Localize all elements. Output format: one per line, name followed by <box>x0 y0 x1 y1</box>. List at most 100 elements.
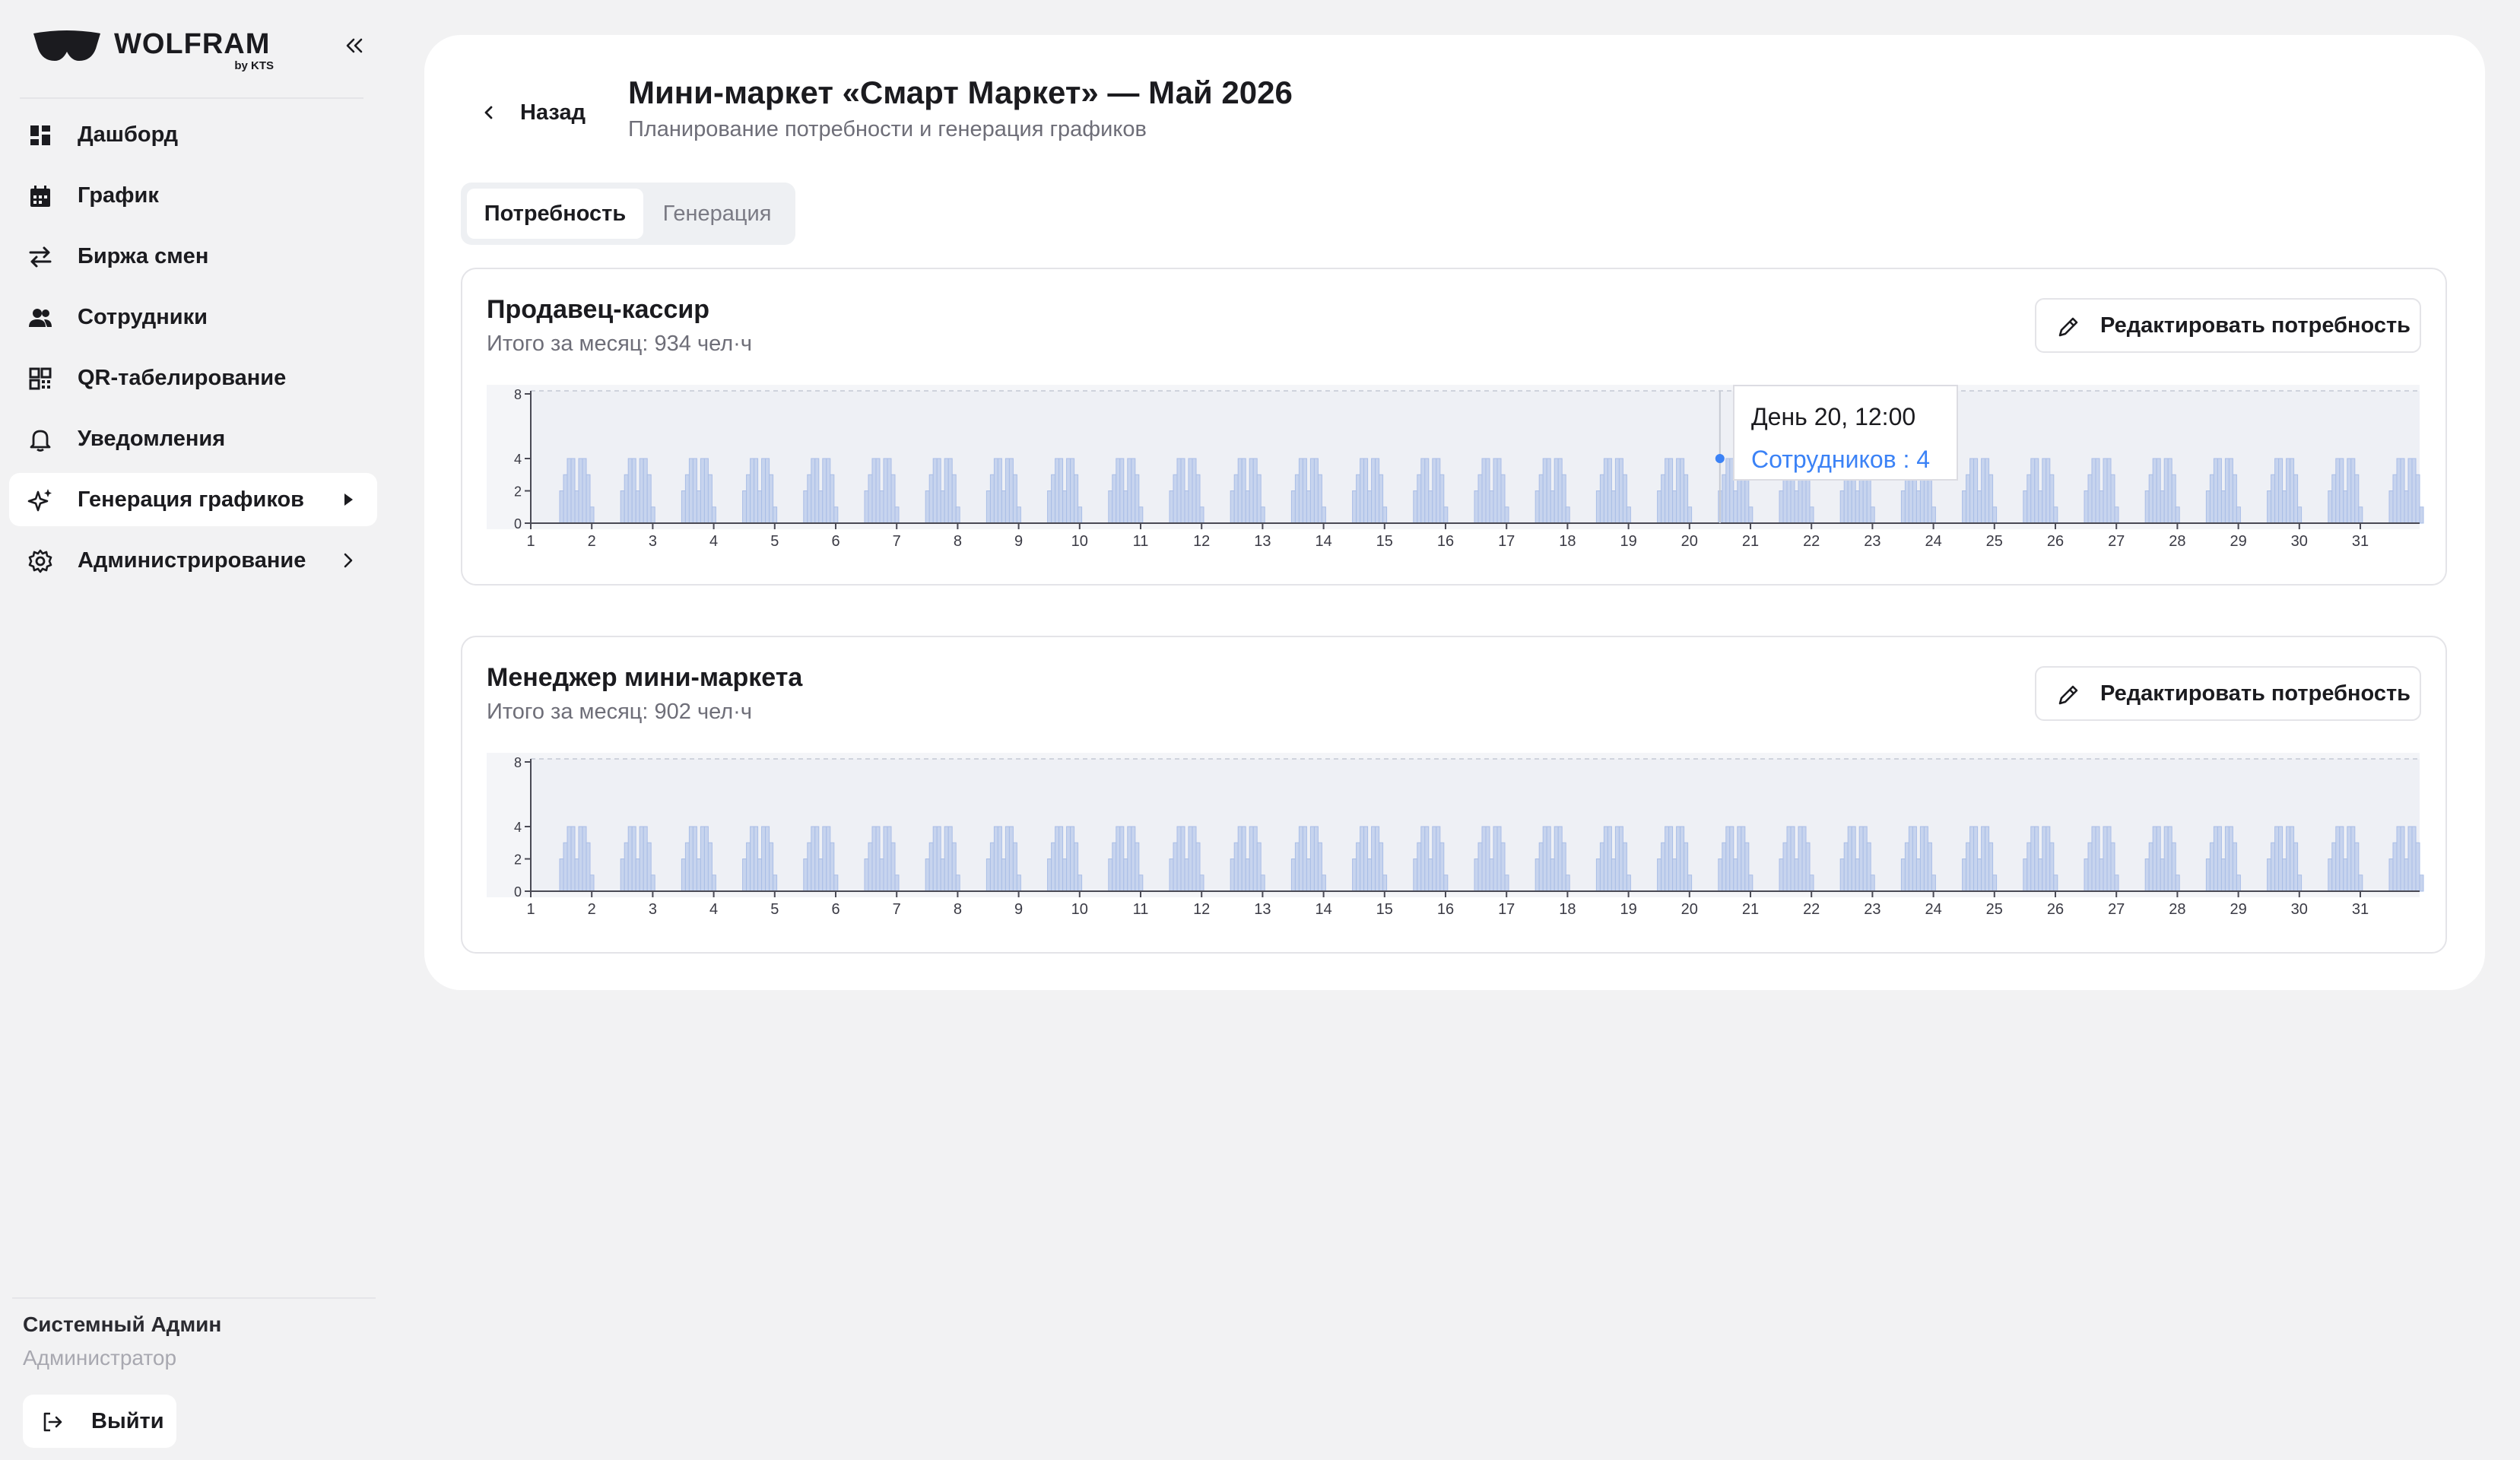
demand-bar <box>936 458 941 524</box>
demand-bar <box>1496 826 1502 892</box>
demand-bar <box>1379 474 1384 524</box>
demand-bar <box>2407 826 2413 892</box>
demand-chart[interactable]: 02481 2 3 4 5 6 7 8 9 10 11 12 13 14 15 16 17 18 19 20 21 22 2… <box>487 385 2424 552</box>
demand-bar <box>1309 458 1315 524</box>
x-tick-label: 4 <box>709 901 718 918</box>
demand-bar <box>2415 842 2420 892</box>
sidebar-item-shift-exchange[interactable]: Биржа смен <box>9 230 377 283</box>
demand-bar <box>1915 859 1921 892</box>
demand-bar <box>1794 859 1799 892</box>
x-tick-label: 2 <box>588 533 596 550</box>
demand-bar <box>1112 474 1117 524</box>
demand-bar <box>1260 506 1265 524</box>
demand-bar <box>1733 859 1738 892</box>
demand-bar <box>936 826 941 892</box>
x-tick-label: 30 <box>2291 533 2308 550</box>
demand-bar <box>2220 490 2226 524</box>
tab-demand[interactable]: Потребность <box>467 189 643 239</box>
demand-bar <box>1379 842 1384 892</box>
sidebar-item-label: Уведомления <box>78 426 226 451</box>
edit-demand-button[interactable]: Редактировать потребность <box>2035 298 2421 353</box>
demand-bar <box>1493 458 1498 524</box>
demand-bar <box>742 859 747 892</box>
demand-bar <box>1363 458 1369 524</box>
demand-bar <box>586 474 591 524</box>
demand-bar <box>1256 842 1262 892</box>
demand-bar <box>711 506 716 524</box>
demand-bar <box>1432 826 1437 892</box>
demand-bar <box>1794 490 1799 524</box>
collapse-sidebar-button[interactable] <box>341 32 368 59</box>
demand-bar <box>811 458 816 524</box>
page-title: Мини-маркет «Смарт Маркет» — Май 2026 <box>628 75 1293 110</box>
demand-bar <box>1912 826 1917 892</box>
demand-bar <box>1915 490 1921 524</box>
gear-icon <box>28 549 52 573</box>
demand-bar <box>2099 859 2104 892</box>
demand-bar <box>1603 458 1608 524</box>
x-tick-label: 17 <box>1498 533 1515 550</box>
demand-bar <box>639 826 644 892</box>
demand-bar <box>703 826 709 892</box>
demand-chart[interactable]: 02481 2 3 4 5 6 7 8 9 10 11 12 13 14 15 16 17 18 19 20 21 22 2… <box>487 753 2424 920</box>
demand-bar <box>1790 826 1795 892</box>
demand-bar <box>2339 826 2344 892</box>
demand-bar <box>578 458 583 524</box>
demand-bar <box>707 474 713 524</box>
demand-bar <box>2160 859 2165 892</box>
swap-icon <box>29 246 52 268</box>
demand-bar <box>1116 458 1121 524</box>
demand-bar <box>1687 874 1693 892</box>
sidebar-item-qr[interactable]: QR-табелирование <box>9 351 377 405</box>
brand-sub: by KTS <box>234 59 274 72</box>
demand-bar <box>2343 859 2348 892</box>
demand-bar <box>1367 859 1373 892</box>
sparkle-icon <box>27 489 52 512</box>
demand-bar <box>864 490 869 524</box>
demand-bar <box>2049 474 2055 524</box>
logout-button[interactable]: Выйти <box>23 1395 176 1448</box>
demand-bar <box>570 458 576 524</box>
demand-bar <box>807 842 812 892</box>
demand-bar <box>1992 506 1998 524</box>
demand-bar <box>879 859 884 892</box>
demand-bar <box>1112 842 1117 892</box>
demand-bar <box>1195 474 1201 524</box>
demand-bar <box>692 826 697 892</box>
demand-bar <box>688 826 693 892</box>
demand-bar <box>582 826 587 892</box>
sidebar-item-label: Дашборд <box>78 122 178 147</box>
demand-bar <box>696 859 701 892</box>
tab-generation[interactable]: Генерация <box>643 189 791 239</box>
demand-bar <box>1855 859 1860 892</box>
demand-bar <box>894 874 900 892</box>
demand-bar <box>1546 458 1551 524</box>
demand-bar <box>2224 826 2230 892</box>
x-tick-label: 11 <box>1133 901 1149 918</box>
demand-bar <box>1436 458 1441 524</box>
logo[interactable]: WOLFRAM by KTS <box>32 29 274 72</box>
demand-bar <box>1550 859 1555 892</box>
demand-bar <box>1131 826 1136 892</box>
sidebar-item-administration[interactable]: Администрирование <box>9 534 377 587</box>
demand-bar <box>2392 842 2398 892</box>
demand-bar <box>1417 842 1422 892</box>
demand-bar <box>803 859 808 892</box>
sidebar-item-dashboard[interactable]: Дашборд <box>9 108 377 161</box>
demand-bar <box>1722 842 1727 892</box>
edit-demand-button[interactable]: Редактировать потребность <box>2035 666 2421 721</box>
y-tick-label: 8 <box>514 387 522 402</box>
demand-bar <box>567 458 572 524</box>
sidebar-item-schedule[interactable]: График <box>9 169 377 222</box>
sidebar-item-employees[interactable]: Сотрудники <box>9 290 377 344</box>
demand-bar <box>1066 458 1071 524</box>
sidebar-item-label: QR-табелирование <box>78 365 287 390</box>
demand-bar <box>681 490 686 524</box>
x-tick-label: 16 <box>1437 533 1454 550</box>
demand-bar <box>1070 458 1075 524</box>
back-button[interactable]: Назад <box>478 91 586 134</box>
sidebar-item-schedule-generation[interactable]: Генерация графиков <box>9 473 377 526</box>
demand-bar <box>989 474 995 524</box>
demand-bar <box>2106 826 2112 892</box>
sidebar-item-notifications[interactable]: Уведомления <box>9 412 377 465</box>
